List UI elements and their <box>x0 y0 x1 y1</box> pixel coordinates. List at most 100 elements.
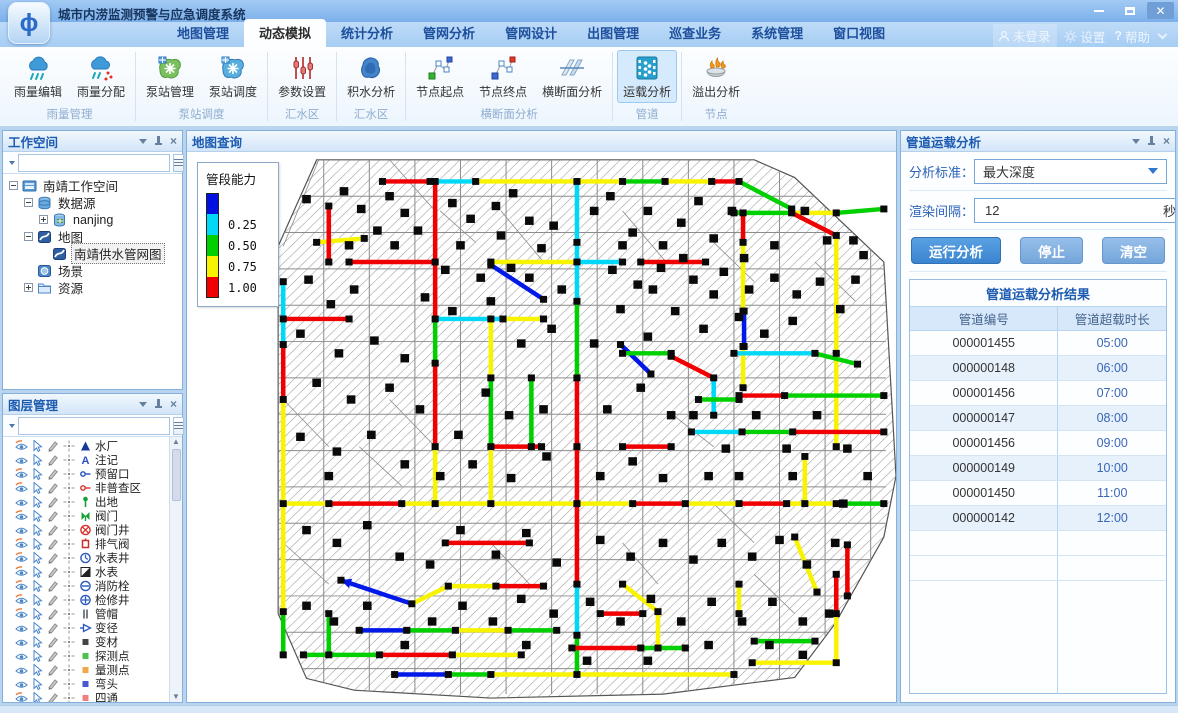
layer-row-1[interactable]: 水厂 <box>15 439 182 453</box>
selectable-cursor-icon[interactable] <box>31 440 44 452</box>
editable-pencil-icon[interactable] <box>47 594 60 606</box>
layer-row-19[interactable]: 四通 <box>15 691 182 702</box>
snap-crosshair-icon[interactable] <box>63 608 76 620</box>
snap-crosshair-icon[interactable] <box>63 552 76 564</box>
editable-pencil-icon[interactable] <box>47 622 60 634</box>
ribbon-button-pump-manage[interactable]: 泵站管理 <box>140 50 200 103</box>
layer-row-2[interactable]: A注记 <box>15 453 182 467</box>
scroll-up-icon[interactable]: ▲ <box>172 438 180 446</box>
layer-row-11[interactable]: 消防栓 <box>15 579 182 593</box>
menu-tab-3[interactable]: 统计分析 <box>326 19 408 47</box>
tree-item-7[interactable]: 资源 <box>3 279 182 296</box>
snap-crosshair-icon[interactable] <box>63 664 76 676</box>
editable-pencil-icon[interactable] <box>47 454 60 466</box>
tree-expander-plus-icon[interactable] <box>24 283 33 292</box>
editable-pencil-icon[interactable] <box>47 678 60 690</box>
snap-crosshair-icon[interactable] <box>63 524 76 536</box>
menu-tab-7[interactable]: 巡查业务 <box>654 19 736 47</box>
run-analysis-button[interactable]: 运行分析 <box>911 237 1001 264</box>
tree-expander-minus-icon[interactable] <box>24 198 33 207</box>
layer-row-6[interactable]: 阀门 <box>15 509 182 523</box>
scrollbar-thumb[interactable] <box>172 449 181 501</box>
visibility-eye-icon[interactable] <box>15 678 28 690</box>
ribbon-button-param-sliders[interactable]: 参数设置 <box>272 50 332 103</box>
visibility-eye-icon[interactable] <box>15 482 28 494</box>
selectable-cursor-icon[interactable] <box>31 566 44 578</box>
snap-crosshair-icon[interactable] <box>63 482 76 494</box>
snap-crosshair-icon[interactable] <box>63 496 76 508</box>
layer-row-12[interactable]: 检修井 <box>15 593 182 607</box>
snap-crosshair-icon[interactable] <box>63 440 76 452</box>
visibility-eye-icon[interactable] <box>15 440 28 452</box>
pipe-network-map[interactable] <box>187 152 896 702</box>
help-button[interactable]: ? 帮助 <box>1112 25 1152 48</box>
panel-collapse-icon[interactable] <box>139 402 147 407</box>
table-row[interactable]: 00000145607:00 <box>910 381 1166 406</box>
editable-pencil-icon[interactable] <box>47 496 60 508</box>
search-options-caret[interactable] <box>9 161 15 165</box>
ribbon-button-cross-section[interactable]: 横断面分析 <box>536 50 608 103</box>
tree-item-2[interactable]: 数据源 <box>3 194 182 211</box>
selectable-cursor-icon[interactable] <box>31 454 44 466</box>
minimize-button[interactable] <box>1085 2 1112 19</box>
ribbon-button-water-analysis[interactable]: 积水分析 <box>341 50 401 103</box>
panel-close-icon[interactable]: × <box>170 398 177 410</box>
table-row[interactable]: 00000014910:00 <box>910 456 1166 481</box>
criteria-select[interactable]: 最大深度 <box>974 159 1167 184</box>
snap-crosshair-icon[interactable] <box>63 468 76 480</box>
editable-pencil-icon[interactable] <box>47 636 60 648</box>
tree-expander-minus-icon[interactable] <box>24 232 33 241</box>
visibility-eye-icon[interactable] <box>15 468 28 480</box>
ribbon-button-node-start[interactable]: 节点起点 <box>410 50 470 103</box>
table-row[interactable]: 00000145011:00 <box>910 481 1166 506</box>
menu-tab-9[interactable]: 窗口视图 <box>818 19 900 47</box>
tree-expander-plus-icon[interactable] <box>39 215 48 224</box>
visibility-eye-icon[interactable] <box>15 664 28 676</box>
menu-tab-8[interactable]: 系统管理 <box>736 19 818 47</box>
visibility-eye-icon[interactable] <box>15 524 28 536</box>
layer-row-8[interactable]: 排气阀 <box>15 537 182 551</box>
menu-tab-6[interactable]: 出图管理 <box>572 19 654 47</box>
snap-crosshair-icon[interactable] <box>63 636 76 648</box>
visibility-eye-icon[interactable] <box>15 622 28 634</box>
layer-row-17[interactable]: 量测点 <box>15 663 182 677</box>
selectable-cursor-icon[interactable] <box>31 580 44 592</box>
layers-filter-button[interactable] <box>173 417 184 435</box>
layer-row-4[interactable]: 非普查区 <box>15 481 182 495</box>
selectable-cursor-icon[interactable] <box>31 650 44 662</box>
table-row[interactable]: 00000145505:00 <box>910 331 1166 356</box>
workspace-search-input[interactable] <box>21 156 167 170</box>
editable-pencil-icon[interactable] <box>47 608 60 620</box>
panel-pin-icon[interactable] <box>154 136 163 147</box>
selectable-cursor-icon[interactable] <box>31 594 44 606</box>
selectable-cursor-icon[interactable] <box>31 538 44 550</box>
workspace-filter-button[interactable] <box>173 154 184 172</box>
ribbon-button-rain-edit[interactable]: 雨量编辑 <box>8 50 68 103</box>
panel-pin-icon[interactable] <box>1147 136 1156 147</box>
scroll-down-icon[interactable]: ▼ <box>172 693 180 701</box>
selectable-cursor-icon[interactable] <box>31 510 44 522</box>
snap-crosshair-icon[interactable] <box>63 580 76 592</box>
menu-tab-4[interactable]: 管网分析 <box>408 19 490 47</box>
tree-item-1[interactable]: 南靖工作空间 <box>3 177 182 194</box>
layer-row-15[interactable]: 变材 <box>15 635 182 649</box>
selectable-cursor-icon[interactable] <box>31 468 44 480</box>
editable-pencil-icon[interactable] <box>47 580 60 592</box>
visibility-eye-icon[interactable] <box>15 566 28 578</box>
snap-crosshair-icon[interactable] <box>63 678 76 690</box>
map-canvas[interactable]: 管段能力 0.250.500.751.00 <box>187 152 896 702</box>
selectable-cursor-icon[interactable] <box>31 622 44 634</box>
ribbon-button-rain-alloc[interactable]: 雨量分配 <box>71 50 131 103</box>
login-button[interactable]: 未登录 <box>993 24 1058 48</box>
editable-pencil-icon[interactable] <box>47 440 60 452</box>
editable-pencil-icon[interactable] <box>47 692 60 702</box>
editable-pencil-icon[interactable] <box>47 538 60 550</box>
table-row[interactable]: 00000014708:00 <box>910 406 1166 431</box>
table-row[interactable]: 00000014212:00 <box>910 506 1166 531</box>
menu-tab-2[interactable]: 动态模拟 <box>244 19 326 47</box>
snap-crosshair-icon[interactable] <box>63 510 76 522</box>
visibility-eye-icon[interactable] <box>15 538 28 550</box>
layers-search-input[interactable] <box>21 419 167 433</box>
interval-input[interactable] <box>983 202 1163 219</box>
selectable-cursor-icon[interactable] <box>31 524 44 536</box>
